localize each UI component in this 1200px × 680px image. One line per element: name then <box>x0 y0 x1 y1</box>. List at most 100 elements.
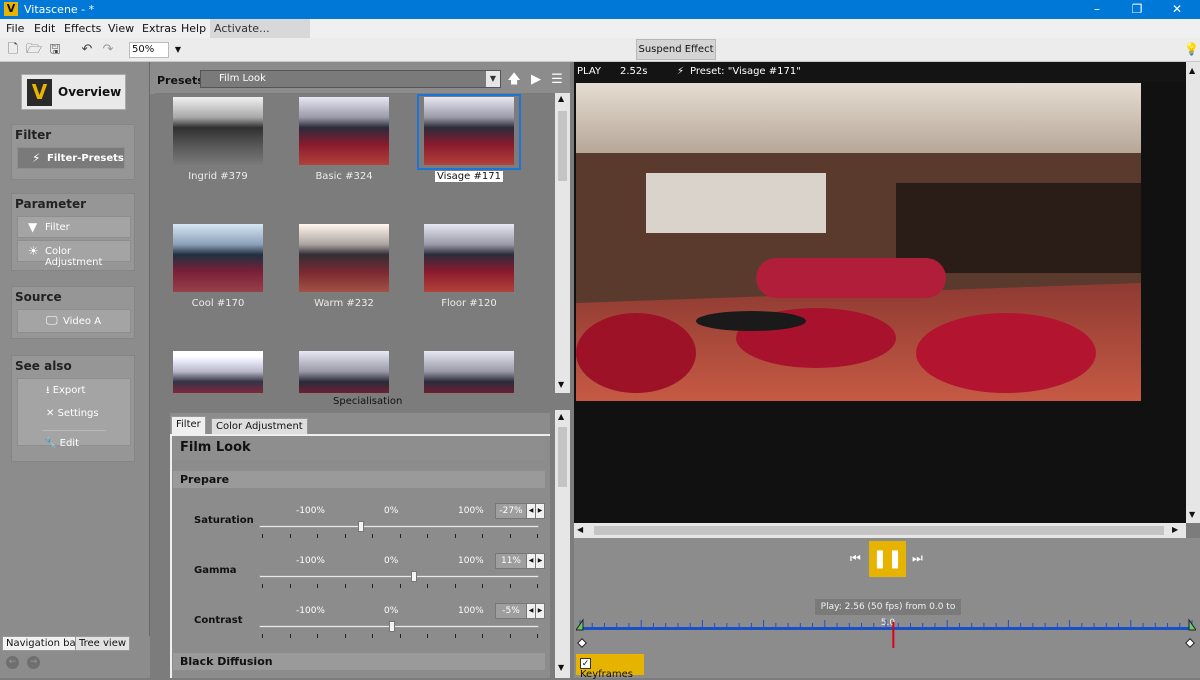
minimize-button[interactable]: – <box>1080 0 1114 19</box>
increment-icon[interactable]: ▶ <box>535 503 545 519</box>
param-label: Contrast <box>194 615 243 626</box>
menu-view[interactable]: View <box>108 22 134 35</box>
scroll-down-icon[interactable]: ▼ <box>558 380 564 389</box>
back-icon[interactable]: ← <box>6 656 19 669</box>
forward-icon[interactable]: → <box>27 656 40 669</box>
skip-back-icon[interactable]: ⏮ <box>850 551 861 566</box>
skip-forward-icon[interactable]: ⏭ <box>912 551 923 566</box>
edit-label: Edit <box>59 438 80 449</box>
increment-icon[interactable]: ▶ <box>535 603 545 619</box>
open-folder-icon[interactable]: 🗁 <box>26 42 42 58</box>
keyframes-toggle[interactable]: ✓Keyframes <box>576 654 644 680</box>
scroll-up-icon[interactable]: ▲ <box>558 412 564 421</box>
preset-thumb-basic[interactable] <box>299 97 389 165</box>
lightbulb-icon[interactable]: 💡 <box>1184 42 1199 56</box>
param-value[interactable]: -5% <box>495 603 527 619</box>
preset-thumb-cool[interactable] <box>173 224 263 292</box>
param-slider-track[interactable] <box>259 525 539 528</box>
tab-filter[interactable]: Filter <box>171 416 206 435</box>
color-adjustment-button[interactable]: ☀ Color Adjustment <box>17 240 131 268</box>
preset-category-select[interactable]: Film Look ▼ <box>200 70 501 88</box>
scroll-right-icon[interactable]: ▶ <box>1172 525 1178 534</box>
menu-effects[interactable]: Effects <box>64 22 101 35</box>
undo-icon[interactable]: ↶ <box>79 42 95 58</box>
export-label: Export <box>52 385 86 396</box>
menu-file[interactable]: File <box>6 22 24 35</box>
settings-button[interactable]: ✕ Settings <box>46 408 99 419</box>
param-value[interactable]: -27% <box>495 503 527 519</box>
scroll-up-icon[interactable]: ▲ <box>558 94 564 103</box>
export-button[interactable]: ⭳ Export <box>46 383 85 400</box>
filter-presets-button[interactable]: ⚡ Filter-Presets <box>17 147 125 169</box>
preset-thumb-row3-1[interactable] <box>173 351 263 393</box>
source-header: Source <box>15 290 62 304</box>
param-value[interactable]: 11% <box>495 553 527 569</box>
preset-thumb-row3-3[interactable] <box>424 351 514 393</box>
redo-icon[interactable]: ↷ <box>100 42 116 58</box>
param-scrollbar[interactable]: ▲ ▼ <box>555 410 570 678</box>
activate-button[interactable]: Activate... <box>210 19 310 38</box>
section-black-diffusion: Black Diffusion <box>173 653 545 670</box>
preset-thumb-floor[interactable] <box>424 224 514 292</box>
param-slider-thumb[interactable] <box>358 521 365 532</box>
slider-tick <box>482 584 483 588</box>
play-preview-icon[interactable]: ▶ <box>528 72 544 88</box>
close-button[interactable]: ✕ <box>1160 0 1194 19</box>
param-slider-track[interactable] <box>259 575 539 578</box>
param-filter-button[interactable]: ▼ Filter <box>17 216 131 238</box>
menu-extras[interactable]: Extras <box>142 22 177 35</box>
slider-tick <box>399 634 401 638</box>
edit-button[interactable]: 🔧 Edit <box>44 438 79 449</box>
viewer-vertical-scrollbar[interactable]: ▲ ▼ <box>1186 62 1200 523</box>
preset-thumb-warm[interactable] <box>299 224 389 292</box>
slider-tick <box>372 634 373 638</box>
viewer-horizontal-scrollbar[interactable]: ◀ ▶ <box>574 523 1186 538</box>
param-slider-thumb[interactable] <box>411 571 418 582</box>
maximize-button[interactable]: ❐ <box>1120 0 1154 19</box>
timeline-track <box>575 618 1197 652</box>
preset-scrollbar[interactable]: ▲ ▼ <box>555 93 570 393</box>
scroll-thumb[interactable] <box>558 427 567 487</box>
preset-label-visage: Visage #171 <box>424 171 514 182</box>
tab-navigation-bar[interactable]: Navigation bar <box>2 636 84 651</box>
tab-tree-view[interactable]: Tree view <box>75 636 131 651</box>
increment-icon[interactable]: ▶ <box>535 553 545 569</box>
specialisation-label: Specialisation <box>333 396 403 407</box>
param-slider-track[interactable] <box>259 625 539 628</box>
video-a-label: Video A <box>63 316 102 327</box>
scroll-down-icon[interactable]: ▼ <box>1189 510 1195 519</box>
scroll-thumb[interactable] <box>594 526 1164 535</box>
param-slider-thumb[interactable] <box>389 621 395 632</box>
list-view-icon[interactable]: ☰ <box>549 72 565 88</box>
preset-thumb-row3-2[interactable] <box>299 351 389 393</box>
scroll-thumb[interactable] <box>558 111 567 181</box>
video-a-button[interactable]: 🖵 Video A <box>17 309 131 333</box>
arrow-up-icon[interactable]: 🡅 <box>506 72 522 88</box>
navigation-panel: V Overview Filter ⚡ Filter-Presets Param… <box>0 62 150 636</box>
color-adjustment-label: Color Adjustment <box>45 246 103 268</box>
zoom-select[interactable]: 50% ▼ <box>129 42 181 58</box>
video-frame[interactable] <box>576 83 1141 401</box>
preset-thumb-ingrid[interactable] <box>173 97 263 165</box>
scroll-down-icon[interactable]: ▼ <box>558 663 564 672</box>
scroll-up-icon[interactable]: ▲ <box>1189 66 1195 75</box>
tab-color-adjustment[interactable]: Color Adjustment <box>211 418 308 435</box>
slider-tick <box>454 634 456 638</box>
timeline[interactable] <box>575 618 1197 652</box>
filter-group: Filter ⚡ Filter-Presets <box>11 124 135 180</box>
pause-button[interactable]: ❚❚ <box>869 541 906 577</box>
slider-tick <box>344 634 346 638</box>
slider-tick <box>482 534 483 538</box>
new-file-icon[interactable]: 🗋 <box>5 42 21 58</box>
tick-min-label: -100% <box>296 606 325 616</box>
suspend-effect-button[interactable]: Suspend Effect <box>636 39 716 60</box>
scroll-left-icon[interactable]: ◀ <box>577 525 583 534</box>
preset-thumb-visage[interactable] <box>424 97 514 165</box>
overview-button[interactable]: V Overview <box>21 74 126 110</box>
play-mode: PLAY <box>577 66 602 77</box>
slider-tick <box>427 584 428 588</box>
menu-help[interactable]: Help <box>181 22 206 35</box>
tick-mid-label: 0% <box>384 606 399 616</box>
save-icon[interactable]: 🖫 <box>47 42 63 58</box>
menu-edit[interactable]: Edit <box>34 22 55 35</box>
